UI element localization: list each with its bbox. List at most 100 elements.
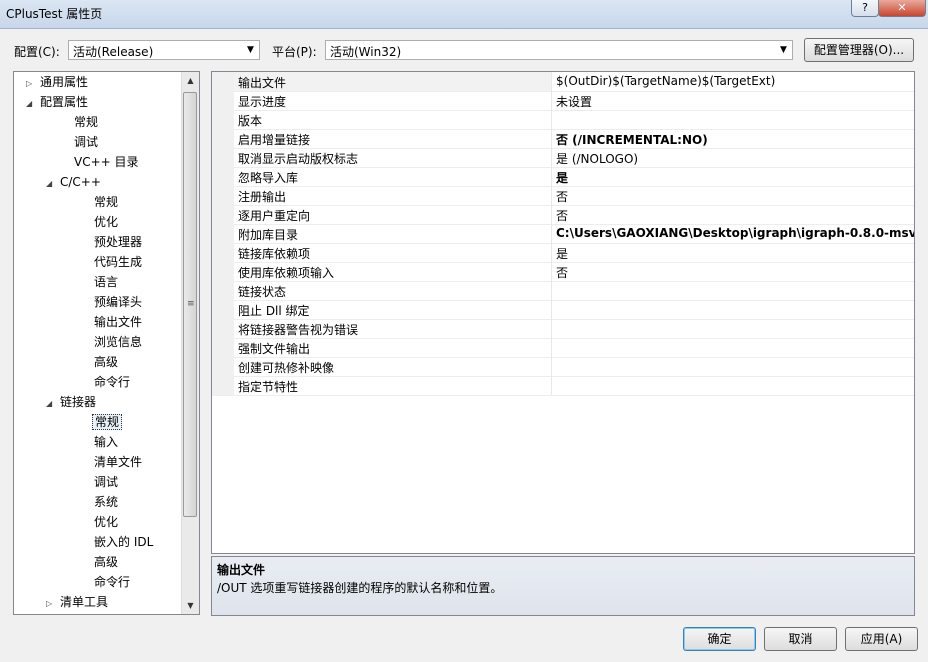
tree-item[interactable]: 高级: [76, 352, 120, 372]
property-value[interactable]: 是: [556, 169, 568, 186]
property-row[interactable]: 版本: [212, 110, 914, 130]
property-row[interactable]: 输出文件 $(OutDir)$(TargetName)$(TargetExt): [212, 72, 914, 92]
property-row[interactable]: 显示进度 未设置: [212, 91, 914, 111]
row-gutter: [212, 186, 234, 205]
tree-item-label: 清单文件: [94, 455, 143, 469]
property-value[interactable]: C:\Users\GAOXIANG\Desktop\igraph\igraph-…: [556, 226, 914, 240]
tree-item[interactable]: 常规: [76, 192, 120, 212]
property-row[interactable]: 注册输出 否: [212, 186, 914, 206]
property-row[interactable]: 启用增量链接 否 (/INCREMENTAL:NO): [212, 129, 914, 149]
property-row[interactable]: 创建可热修补映像: [212, 357, 914, 377]
collapse-arrow-icon[interactable]: ◢: [46, 394, 58, 414]
tree-item-label: 通用属性: [40, 75, 89, 89]
scroll-down-icon[interactable]: ▼: [182, 597, 199, 614]
property-name: 附加库目录: [238, 228, 299, 242]
tree-item[interactable]: 预编译头: [76, 292, 144, 312]
property-row[interactable]: 将链接器警告视为错误: [212, 319, 914, 339]
column-separator: [551, 357, 552, 376]
tree-item[interactable]: ▷ 清单工具: [46, 592, 110, 612]
config-dropdown[interactable]: 活动(Release) ▼: [68, 40, 260, 60]
tree-item[interactable]: 调试: [56, 132, 100, 152]
column-separator: [551, 262, 552, 281]
property-row[interactable]: 指定节特性: [212, 376, 914, 396]
property-row[interactable]: 取消显示启动版权标志 是 (/NOLOGO): [212, 148, 914, 168]
row-gutter: [212, 300, 234, 319]
tree-item[interactable]: 输出文件: [76, 312, 144, 332]
property-value[interactable]: 否 (/INCREMENTAL:NO): [556, 131, 708, 148]
platform-dropdown[interactable]: 活动(Win32) ▼: [325, 40, 793, 60]
tree-item-label: 系统: [94, 495, 119, 509]
property-value[interactable]: 是 (/NOLOGO): [556, 150, 638, 167]
config-manager-button[interactable]: 配置管理器(O)...: [804, 38, 914, 62]
window-title: CPlusTest 属性页: [6, 7, 103, 21]
tree-item[interactable]: 高级: [76, 552, 120, 572]
category-tree[interactable]: ▷ 通用属性 ◢ 配置属性 常规 调试 VC++ 目录 ◢ C/C++ 常规 优化 预处理器 代码生成语…: [13, 71, 200, 615]
property-row[interactable]: 强制文件输出: [212, 338, 914, 358]
tree-item-label: 代码生成: [94, 255, 143, 269]
tree-item[interactable]: 常规: [56, 112, 100, 132]
property-name: 链接状态: [238, 285, 287, 299]
property-name: 创建可热修补映像: [238, 361, 335, 375]
property-value[interactable]: 否: [556, 264, 568, 281]
tree-item-label: 嵌入的 IDL: [94, 535, 154, 549]
tree-item[interactable]: 命令行: [76, 572, 132, 592]
property-grid[interactable]: 输出文件 $(OutDir)$(TargetName)$(TargetExt) 显示…: [211, 71, 915, 554]
tree-item-label: 输出文件: [94, 315, 143, 329]
close-button[interactable]: ✕: [878, 0, 926, 17]
column-separator: [551, 129, 552, 148]
property-row[interactable]: 使用库依赖项输入 否: [212, 262, 914, 282]
property-value[interactable]: 否: [556, 207, 568, 224]
tree-item[interactable]: 优化: [76, 512, 120, 532]
tree-item[interactable]: ▷ 通用属性: [26, 72, 90, 92]
config-value: 活动(Release): [73, 45, 154, 59]
tree-item[interactable]: ◢ 配置属性: [26, 92, 90, 112]
tree-item[interactable]: 语言: [76, 272, 120, 292]
row-gutter: [212, 205, 234, 224]
property-value[interactable]: $(OutDir)$(TargetName)$(TargetExt): [556, 74, 775, 88]
tree-item[interactable]: 清单文件: [76, 452, 144, 472]
expand-arrow-icon[interactable]: ▷: [46, 594, 58, 614]
scroll-up-icon[interactable]: ▲: [182, 72, 199, 89]
property-value[interactable]: 否: [556, 188, 568, 205]
column-separator: [551, 186, 552, 205]
tree-item[interactable]: 嵌入的 IDL: [76, 532, 155, 552]
tree-scrollbar[interactable]: ▲ ≡ ▼: [181, 72, 199, 614]
scroll-thumb[interactable]: ≡: [183, 92, 197, 517]
tree-item[interactable]: 调试: [76, 472, 120, 492]
collapse-arrow-icon[interactable]: ◢: [46, 174, 58, 194]
row-gutter: [212, 224, 234, 243]
tree-item[interactable]: 预处理器: [76, 232, 144, 252]
tree-item[interactable]: VC++ 目录: [56, 152, 141, 172]
collapse-arrow-icon[interactable]: ◢: [26, 94, 38, 114]
property-row[interactable]: 阻止 Dll 绑定: [212, 300, 914, 320]
ok-button[interactable]: 确定: [683, 627, 756, 651]
tree-item-label: 高级: [94, 555, 119, 569]
tree-item[interactable]: 代码生成: [76, 252, 144, 272]
property-row[interactable]: 附加库目录 C:\Users\GAOXIANG\Desktop\igraph\ig…: [212, 224, 914, 244]
cancel-button[interactable]: 取消: [764, 627, 837, 651]
tree-item[interactable]: ◢ C/C++: [46, 172, 103, 192]
row-gutter: [212, 357, 234, 376]
tree-item[interactable]: 命令行: [76, 372, 132, 392]
tree-item[interactable]: 系统: [76, 492, 120, 512]
tree-item[interactable]: 常规: [76, 412, 123, 432]
property-row[interactable]: 链接状态: [212, 281, 914, 301]
help-button[interactable]: ?: [851, 0, 879, 17]
tree-item[interactable]: 输入: [76, 432, 120, 452]
property-row[interactable]: 逐用户重定向 否: [212, 205, 914, 225]
column-separator: [551, 224, 552, 243]
expand-arrow-icon[interactable]: ▷: [26, 74, 38, 94]
property-name: 使用库依赖项输入: [238, 266, 335, 280]
tree-item[interactable]: ◢ 链接器: [46, 392, 98, 412]
property-row[interactable]: 链接库依赖项 是: [212, 243, 914, 263]
property-row[interactable]: 忽略导入库 是: [212, 167, 914, 187]
property-value[interactable]: 是: [556, 245, 568, 262]
tree-item-label: 高级: [94, 355, 119, 369]
row-gutter: [212, 110, 234, 129]
tree-item[interactable]: 优化: [76, 212, 120, 232]
property-value[interactable]: 未设置: [556, 93, 592, 110]
apply-button[interactable]: 应用(A): [845, 627, 918, 651]
chevron-down-icon: ▼: [247, 45, 254, 55]
row-gutter: [212, 129, 234, 148]
tree-item[interactable]: 浏览信息: [76, 332, 144, 352]
